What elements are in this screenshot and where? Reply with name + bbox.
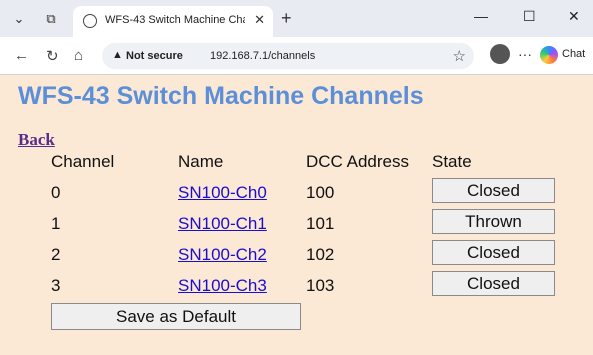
channel-cell: 3 (51, 276, 61, 295)
column-header-name: Name (178, 152, 224, 171)
dcc-address-cell: 103 (306, 276, 335, 295)
dcc-address-cell: 102 (306, 245, 335, 264)
back-arrow-icon[interactable]: ← (14, 47, 29, 64)
security-label[interactable]: Not secure (126, 50, 183, 62)
channel-cell: 0 (51, 183, 61, 202)
star-icon[interactable]: ☆ (453, 47, 466, 65)
tab-list-icon[interactable]: ⌄ (10, 10, 28, 28)
tab-actions-icon[interactable]: ⧉ (42, 10, 60, 28)
column-header-state: State (432, 152, 472, 171)
tab-close-icon[interactable]: ✕ (254, 12, 265, 28)
more-menu-icon[interactable]: ··· (518, 46, 532, 62)
state-toggle-button[interactable]: Closed (432, 271, 555, 296)
maximize-button[interactable]: ☐ (523, 8, 536, 25)
home-icon[interactable]: ⌂ (74, 47, 83, 64)
back-link[interactable]: Back (18, 130, 55, 150)
chat-label[interactable]: Chat (562, 48, 585, 60)
dcc-address-cell: 100 (306, 183, 335, 202)
url-field[interactable]: ▲ Not secure 192.168.7.1/channels ☆ (102, 43, 474, 69)
channel-name-link[interactable]: SN100-Ch2 (178, 245, 267, 265)
channel-cell: 1 (51, 214, 61, 233)
dcc-address-cell: 101 (306, 214, 335, 233)
column-header-channel: Channel (51, 152, 115, 171)
tab-title: WFS-43 Switch Machine Channels (105, 14, 245, 26)
new-tab-button[interactable]: + (281, 8, 292, 29)
minimize-button[interactable]: — (474, 8, 488, 24)
reload-icon[interactable]: ↻ (46, 47, 59, 65)
tab-strip: ⌄ ⧉ WFS-43 Switch Machine Channels ✕ + —… (0, 0, 593, 37)
globe-icon (83, 14, 97, 28)
column-header-dcc-address: DCC Address (306, 152, 409, 171)
browser-tab[interactable]: WFS-43 Switch Machine Channels ✕ (73, 6, 273, 37)
url-text[interactable]: 192.168.7.1/channels (210, 50, 315, 62)
channel-name-link[interactable]: SN100-Ch0 (178, 183, 267, 203)
close-window-button[interactable]: ✕ (568, 8, 580, 25)
page-title: WFS-43 Switch Machine Channels (18, 82, 424, 110)
save-as-default-button[interactable]: Save as Default (51, 303, 301, 330)
profile-avatar[interactable] (490, 44, 510, 64)
warning-icon: ▲ (112, 49, 123, 61)
copilot-icon[interactable] (540, 46, 558, 64)
channel-name-link[interactable]: SN100-Ch3 (178, 276, 267, 296)
channel-name-link[interactable]: SN100-Ch1 (178, 214, 267, 234)
state-toggle-button[interactable]: Closed (432, 240, 555, 265)
state-toggle-button[interactable]: Closed (432, 178, 555, 203)
state-toggle-button[interactable]: Thrown (432, 209, 555, 234)
channel-cell: 2 (51, 245, 61, 264)
